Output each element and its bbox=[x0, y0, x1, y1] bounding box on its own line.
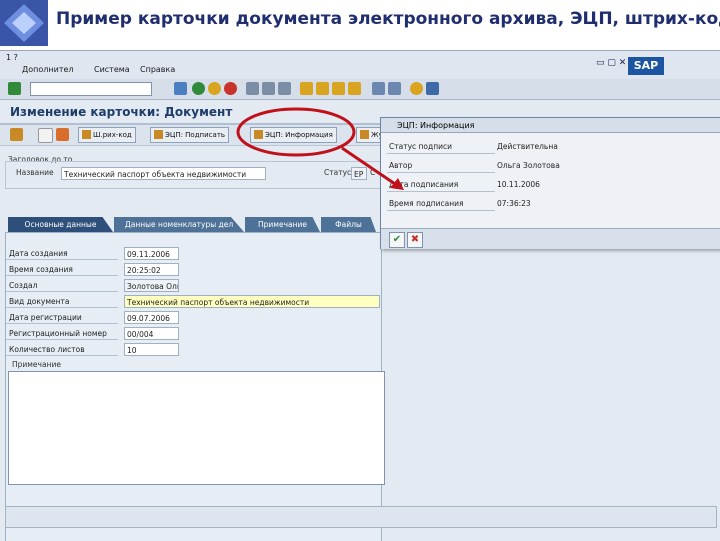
tab-main-data[interactable]: Основные данные bbox=[8, 217, 113, 232]
signature-info-dialog: ЭЦП: Информация Статус подписи Действител… bbox=[380, 117, 720, 249]
tab-notes[interactable]: Примечание bbox=[245, 217, 320, 232]
log-icon bbox=[360, 130, 369, 139]
menu-bar: 1 ? Дополнител Система Справка ▭ ▢ ✕ SAP bbox=[0, 51, 720, 80]
edit-icon[interactable] bbox=[10, 128, 23, 141]
standard-toolbar bbox=[0, 79, 720, 100]
cancel-icon[interactable] bbox=[224, 82, 237, 95]
field-input[interactable]: 09.11.2006 bbox=[124, 247, 179, 260]
status-short: С bbox=[370, 168, 376, 177]
field-input[interactable]: 09.07.2006 bbox=[124, 311, 179, 324]
name-field[interactable]: Технический паспорт объекта недвижимости bbox=[61, 167, 266, 180]
dialog-row-label: Автор bbox=[387, 159, 495, 173]
print-icon[interactable] bbox=[246, 82, 259, 95]
first-page-icon[interactable] bbox=[300, 82, 313, 95]
dialog-row-value: Действительна bbox=[497, 142, 558, 151]
notes-label: Примечание bbox=[12, 360, 61, 369]
menu-item-system[interactable]: Система bbox=[94, 65, 130, 74]
field-input[interactable]: 00/004 bbox=[124, 327, 179, 340]
field-label: Создал bbox=[6, 279, 118, 292]
presentation-logo bbox=[0, 0, 48, 46]
dialog-row-label: Дата подписания bbox=[387, 178, 495, 192]
slide-title: Пример карточки документа электронного а… bbox=[56, 9, 720, 29]
name-label: Название bbox=[16, 168, 54, 177]
next-page-icon[interactable] bbox=[332, 82, 345, 95]
info-icon bbox=[254, 130, 263, 139]
command-field[interactable] bbox=[30, 82, 152, 96]
dialog-row-value: 10.11.2006 bbox=[497, 180, 540, 189]
signature-icon bbox=[154, 130, 163, 139]
last-page-icon[interactable] bbox=[348, 82, 361, 95]
field-label: Время создания bbox=[6, 263, 118, 276]
status-field[interactable]: ЕР bbox=[351, 167, 367, 180]
field-input[interactable]: 20:25:02 bbox=[124, 263, 179, 276]
cancel-dialog-button[interactable]: ✖ bbox=[407, 232, 423, 248]
save-icon[interactable] bbox=[174, 82, 187, 95]
menu-item-additional[interactable]: Дополнител bbox=[22, 65, 74, 74]
field-label: Дата регистрации bbox=[6, 311, 118, 324]
tab-files[interactable]: Файлы bbox=[321, 217, 376, 232]
notes-textarea[interactable] bbox=[8, 371, 385, 485]
signature-info-button[interactable]: ЭЦП: Информация bbox=[250, 127, 337, 143]
screen-title: Изменение карточки: Документ bbox=[10, 105, 233, 119]
field-input[interactable]: 10 bbox=[124, 343, 179, 356]
dialog-row-value: 07:36:23 bbox=[497, 199, 531, 208]
new-document-icon[interactable] bbox=[38, 128, 53, 143]
barcode-button[interactable]: Ш.рих-код bbox=[78, 127, 136, 143]
sign-button[interactable]: ЭЦП: Подписать bbox=[150, 127, 230, 143]
new-session-icon[interactable] bbox=[372, 82, 385, 95]
dialog-row-label: Статус подписи bbox=[387, 140, 495, 154]
field-label: Вид документа bbox=[6, 295, 118, 308]
dialog-row-value: Ольга Золотова bbox=[497, 161, 560, 170]
menu-item-help[interactable]: Справка bbox=[140, 65, 175, 74]
barcode-icon bbox=[82, 130, 91, 139]
field-label: Дата создания bbox=[6, 247, 118, 260]
status-label: Статус bbox=[324, 168, 352, 177]
back-icon[interactable] bbox=[192, 82, 205, 95]
copy-icon[interactable] bbox=[56, 128, 69, 141]
field-input[interactable]: Золотова Ольга bbox=[124, 279, 179, 292]
check-icon[interactable] bbox=[8, 82, 21, 95]
dialog-row-label: Время подписания bbox=[387, 197, 495, 211]
header-group-box: Название Технический паспорт объекта нед… bbox=[5, 161, 382, 189]
find-next-icon[interactable] bbox=[278, 82, 291, 95]
field-label: Регистрационный номер bbox=[6, 327, 118, 340]
field-input[interactable]: Технический паспорт объекта недвижимости bbox=[124, 295, 380, 308]
shortcut-icon[interactable] bbox=[388, 82, 401, 95]
dialog-footer: ✔ ✖ bbox=[381, 228, 720, 249]
exit-icon[interactable] bbox=[208, 82, 221, 95]
prev-page-icon[interactable] bbox=[316, 82, 329, 95]
menu-prefix: 1 ? bbox=[6, 53, 18, 62]
field-label: Количество листов bbox=[6, 343, 118, 356]
help-icon[interactable] bbox=[410, 82, 423, 95]
window-controls[interactable]: ▭ ▢ ✕ bbox=[596, 58, 626, 68]
ok-button[interactable]: ✔ bbox=[389, 232, 405, 248]
dialog-title: ЭЦП: Информация bbox=[381, 118, 720, 133]
status-bar bbox=[5, 506, 717, 528]
find-icon[interactable] bbox=[262, 82, 275, 95]
tab-nomenclature[interactable]: Данные номенклатуры дел bbox=[114, 217, 244, 232]
layout-icon[interactable] bbox=[426, 82, 439, 95]
sap-logo: SAP bbox=[628, 57, 664, 75]
